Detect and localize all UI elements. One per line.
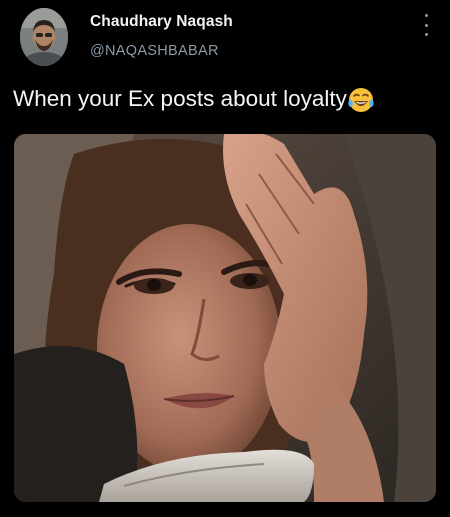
face-with-tears-of-joy-icon <box>348 87 374 113</box>
avatar-photo <box>20 8 68 66</box>
photo-woman-in-bed <box>14 134 436 502</box>
tweet-text: When your Ex posts about loyalty <box>13 86 374 112</box>
author-display-name[interactable]: Chaudhary Naqash <box>90 13 233 31</box>
author-handle[interactable]: @NAQASHBABAR <box>90 43 219 59</box>
author-avatar[interactable] <box>20 8 68 66</box>
tweet-text-content: When your Ex posts about loyalty <box>13 86 347 111</box>
tweet-card[interactable]: Chaudhary Naqash @NAQASHBABAR When your … <box>0 0 450 517</box>
tweet-media-photo[interactable] <box>14 134 436 502</box>
vertical-ellipsis-icon[interactable] <box>422 14 430 36</box>
